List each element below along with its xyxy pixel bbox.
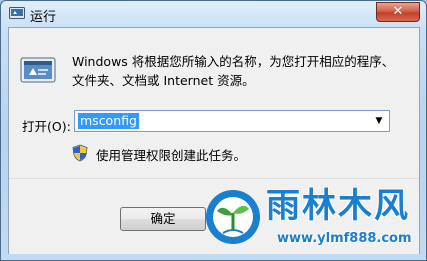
ok-button[interactable]: 确定 (120, 207, 206, 231)
close-button[interactable]: ✕ (376, 2, 420, 22)
window-title: 运行 (30, 10, 57, 25)
uac-shield-icon (72, 144, 88, 162)
chevron-down-icon[interactable]: ▼ (373, 115, 385, 127)
description-line-2: 文件夹、文档或 Internet 资源。 (72, 73, 255, 88)
description-line-1: Windows 将根据您所输入的名称，为您打开相应的程序、 (72, 54, 395, 69)
open-combobox[interactable]: msconfig ▼ (74, 110, 390, 132)
dialog-description: Windows 将根据您所输入的名称，为您打开相应的程序、 文件夹、文档或 In… (72, 52, 402, 90)
ylmf-logo-icon (206, 190, 260, 244)
run-icon (9, 7, 25, 19)
open-input-value[interactable]: msconfig (78, 113, 139, 129)
open-label: 打开(O): (22, 119, 71, 134)
run-program-icon (20, 57, 56, 83)
watermark-url: www.ylmf888.com (277, 231, 412, 246)
admin-privilege-note: 使用管理权限创建此任务。 (96, 148, 247, 163)
watermark-title: 雨林木风 (266, 186, 410, 226)
title-bar[interactable]: 运行 ✕ (1, 1, 426, 27)
